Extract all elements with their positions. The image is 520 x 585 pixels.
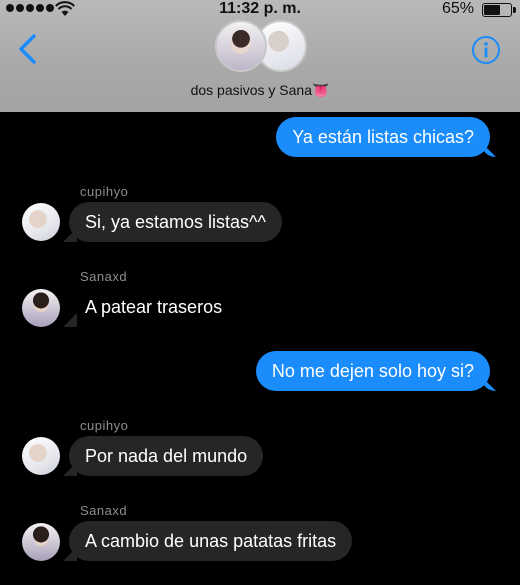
- sender-name: Sanaxd: [80, 269, 128, 284]
- sent-message-bubble[interactable]: Ya están listas chicas?: [276, 117, 490, 157]
- sent-message-bubble[interactable]: No me dejen solo hoy si?: [255, 351, 490, 391]
- battery-icon: [482, 3, 516, 17]
- received-message-bubble[interactable]: A cambio de unas patatas fritas: [69, 521, 353, 561]
- received-message-bubble[interactable]: Si, ya estamos listas^^: [69, 202, 282, 242]
- received-message-bubble[interactable]: A patear traseros: [69, 287, 238, 327]
- status-bar: 11:32 p. m. 65%: [0, 0, 520, 20]
- sender-name: cupihyo: [80, 184, 129, 199]
- info-icon[interactable]: [471, 35, 501, 65]
- chat-title[interactable]: dos pasivos y Sana👅: [0, 82, 520, 99]
- avatar: [215, 20, 267, 72]
- received-message-bubble[interactable]: Por nada del mundo: [69, 436, 264, 476]
- battery-percent: 65%: [441, 0, 474, 17]
- battery-fill: [484, 5, 501, 15]
- group-avatars[interactable]: [215, 20, 307, 72]
- chat-header: 11:32 p. m. 65% dos pasivos y Sana👅: [0, 0, 520, 112]
- avatar[interactable]: [22, 437, 60, 475]
- avatar[interactable]: [22, 289, 60, 327]
- sender-name: Sanaxd: [80, 503, 128, 518]
- avatar[interactable]: [22, 203, 60, 241]
- avatar[interactable]: [22, 523, 60, 561]
- message-thread[interactable]: Ya están listas chicas? cupihyo Si, ya e…: [0, 112, 520, 585]
- sender-name: cupihyo: [80, 418, 129, 433]
- chevron-left-icon[interactable]: [16, 32, 40, 66]
